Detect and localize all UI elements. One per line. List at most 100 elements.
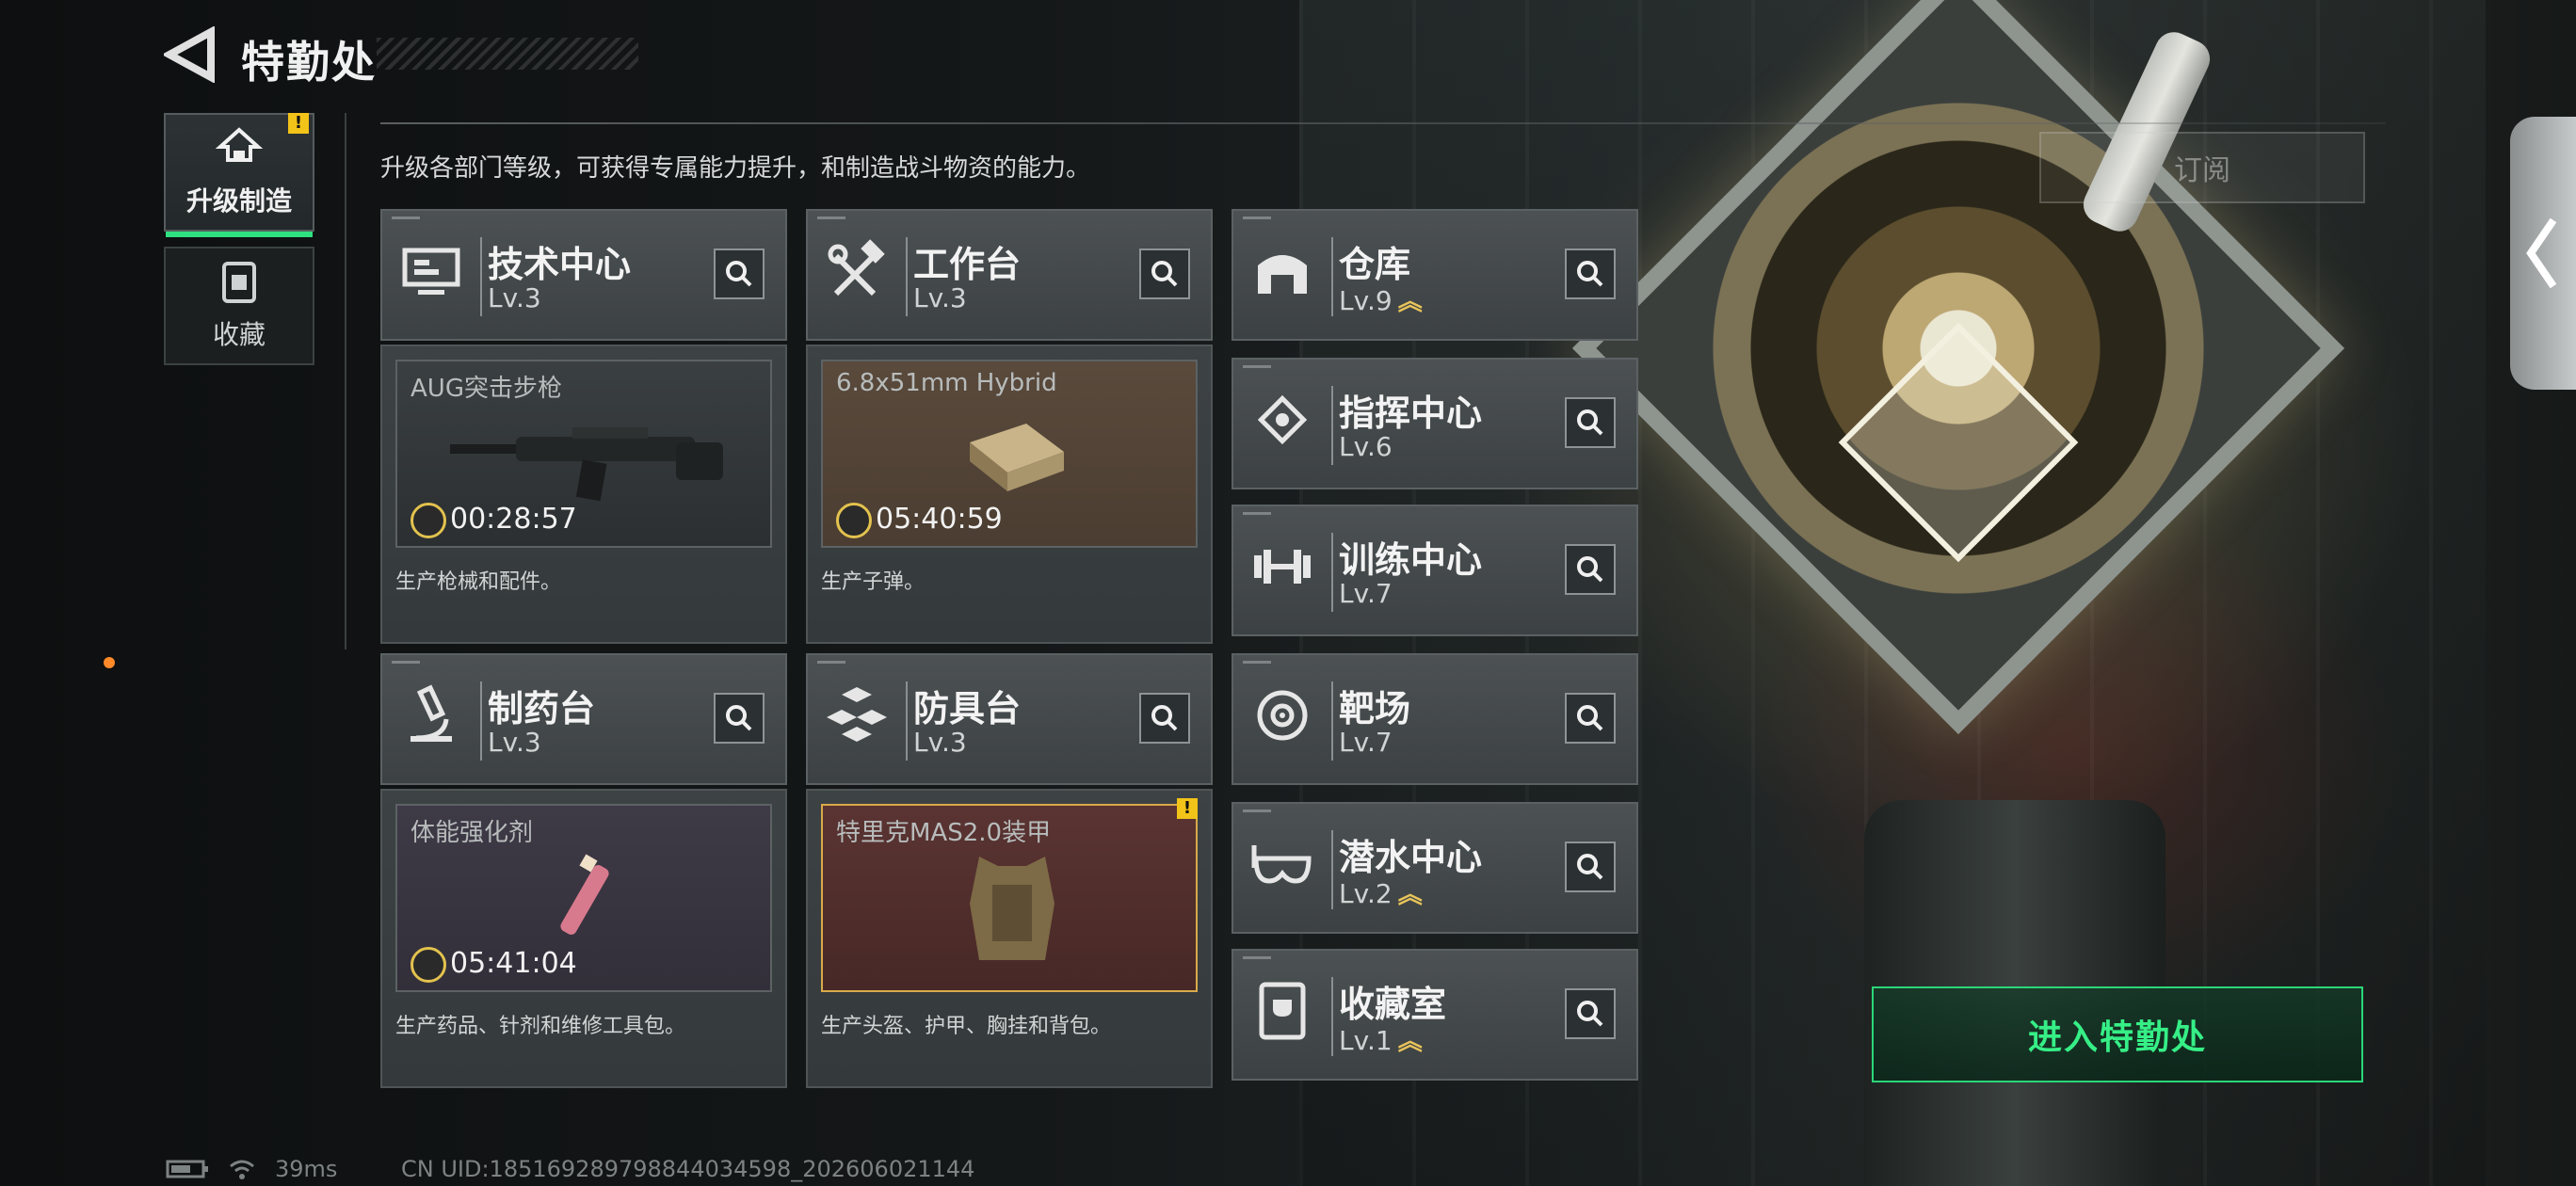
workstation-name: 技术中心 — [488, 244, 632, 285]
subscribe-button[interactable]: 订阅 — [2039, 132, 2365, 203]
production-slot[interactable]: 体能强化剂 05:41:04 — [395, 804, 772, 992]
production-slot[interactable]: AUG突击步枪 00:28:57 — [395, 360, 772, 548]
facility-level-text: Lv.1 — [1339, 1025, 1393, 1056]
ammo-box-image — [970, 424, 1064, 491]
workstation-name: 制药台 — [488, 688, 596, 729]
facility-card[interactable]: 收藏室 Lv.1 ︽ — [1232, 949, 1638, 1081]
magnifier-icon — [726, 705, 752, 731]
magnifier-icon — [1577, 705, 1603, 731]
facility-level: Lv.2 ︽ — [1339, 875, 1423, 910]
facility-card[interactable]: 指挥中心 Lv.6 — [1232, 358, 1638, 489]
nav-divider — [345, 113, 346, 649]
page-title: 特勤处 — [241, 37, 377, 88]
wrench-timer-icon — [836, 503, 872, 538]
inspect-button[interactable] — [1565, 988, 1616, 1039]
facility-name: 收藏室 — [1339, 984, 1447, 1025]
card-tick — [1243, 512, 1271, 515]
production-description: 生产头盔、护甲、胸挂和背包。 — [821, 1015, 1112, 1038]
side-drawer-handle[interactable] — [2510, 117, 2576, 390]
warning-badge: ! — [1177, 798, 1198, 819]
facility-level: Lv.1 ︽ — [1339, 1022, 1423, 1057]
card-tick — [1243, 216, 1271, 219]
workstation-name: 防具台 — [913, 688, 1022, 729]
side-tab-upgrade[interactable]: 升级制造 ! — [164, 113, 314, 237]
command-icon — [1257, 394, 1308, 445]
card-separator — [1331, 830, 1333, 909]
production-description: 生产药品、针剂和维修工具包。 — [395, 1015, 686, 1038]
inspect-button[interactable] — [1139, 693, 1190, 744]
magnifier-icon — [1151, 261, 1178, 287]
production-panel-pharmacy[interactable]: 体能强化剂 05:41:04 生产药品、针剂和维修工具包。 — [380, 789, 787, 1088]
inspect-button[interactable] — [1565, 397, 1616, 448]
facility-level: Lv.7 — [1339, 578, 1393, 609]
facility-level-text: Lv.7 — [1339, 578, 1393, 609]
facility-card[interactable]: 训练中心 Lv.7 — [1232, 505, 1638, 636]
workstation-card-armor[interactable]: 防具台 Lv.3 — [806, 653, 1213, 785]
facility-level-text: Lv.6 — [1339, 431, 1393, 462]
card-separator — [480, 237, 482, 316]
collection-icon — [222, 262, 256, 303]
workstation-level: Lv.3 — [488, 282, 541, 313]
facility-level-text: Lv.7 — [1339, 727, 1393, 758]
side-tab-collection-label: 收藏 — [212, 319, 266, 350]
card-separator — [906, 681, 908, 761]
facility-card[interactable]: 靶场 Lv.7 — [1232, 653, 1638, 785]
workstation-card-pharmacy[interactable]: 制药台 Lv.3 — [380, 653, 787, 785]
user-uid: CN UID:18516928979884403459​8_2026060211… — [401, 1156, 975, 1182]
warehouse-icon — [1258, 255, 1307, 294]
trophy-icon — [1259, 982, 1306, 1040]
enter-special-ops-button[interactable]: 进入特勤处 — [1872, 986, 2363, 1082]
facility-level-text: Lv.2 — [1339, 878, 1393, 909]
facility-card[interactable]: 潜水中心 Lv.2 ︽ — [1232, 802, 1638, 934]
card-tick — [1243, 809, 1271, 812]
title-decoration — [377, 38, 638, 70]
inspect-button[interactable] — [1565, 841, 1616, 892]
production-panel-armor[interactable]: 特里克MAS2.0装甲 ! 生产头盔、护甲、胸挂和背包。 — [806, 789, 1213, 1088]
facility-level: Lv.7 — [1339, 727, 1393, 758]
upgrade-available-icon: ︽ — [1397, 1028, 1423, 1056]
back-arrow-icon — [161, 25, 215, 84]
card-tick — [392, 216, 420, 219]
wrench-timer-icon — [411, 947, 446, 983]
inspect-button[interactable] — [714, 693, 765, 744]
card-separator — [906, 237, 908, 316]
production-item-name: 6.8x51mm Hybrid — [836, 369, 1057, 397]
armor-vest-image — [970, 857, 1055, 960]
magnifier-icon — [1577, 409, 1603, 436]
magnifier-icon — [1577, 556, 1603, 583]
production-description: 生产子弹。 — [821, 570, 926, 594]
back-button[interactable] — [161, 25, 217, 84]
microscope-icon — [411, 684, 452, 742]
upgrade-available-icon: ︽ — [1397, 881, 1423, 909]
magnifier-icon — [1577, 1001, 1603, 1027]
rifle-image — [450, 427, 723, 502]
production-slot[interactable]: 特里克MAS2.0装甲 ! — [821, 798, 1198, 992]
card-separator — [1331, 533, 1333, 612]
inspect-button[interactable] — [1565, 693, 1616, 744]
production-description: 生产枪械和配件。 — [395, 570, 562, 594]
diving-mask-icon — [1251, 845, 1312, 884]
warning-badge: ! — [288, 113, 309, 134]
magnifier-icon — [1577, 854, 1603, 880]
facility-level: Lv.9 ︽ — [1339, 282, 1423, 317]
side-tab-collection[interactable]: 收藏 — [164, 247, 314, 365]
card-separator — [480, 681, 482, 761]
inspect-button[interactable] — [1565, 248, 1616, 299]
production-panel-tech-center[interactable]: AUG突击步枪 00:28:57 生产枪械和配件。 — [380, 345, 787, 644]
inspect-button[interactable] — [1139, 248, 1190, 299]
facility-name: 指挥中心 — [1339, 393, 1483, 434]
card-separator — [1331, 237, 1333, 316]
magnifier-icon — [1577, 261, 1603, 287]
card-tick — [817, 661, 845, 664]
production-panel-workbench[interactable]: 6.8x51mm Hybrid 05:40:59 生产子弹。 — [806, 345, 1213, 644]
workstation-level: Lv.3 — [913, 727, 967, 758]
production-slot[interactable]: 6.8x51mm Hybrid 05:40:59 — [821, 360, 1198, 548]
workstation-card-tech-center[interactable]: 技术中心 Lv.3 — [380, 209, 787, 341]
card-separator — [1331, 977, 1333, 1056]
facility-card[interactable]: 仓库 Lv.9 ︽ — [1232, 209, 1638, 341]
inspect-button[interactable] — [714, 248, 765, 299]
inspect-button[interactable] — [1565, 544, 1616, 595]
facility-level-text: Lv.9 — [1339, 285, 1393, 316]
workstation-card-workbench[interactable]: 工作台 Lv.3 — [806, 209, 1213, 341]
syringe-image — [560, 854, 609, 935]
